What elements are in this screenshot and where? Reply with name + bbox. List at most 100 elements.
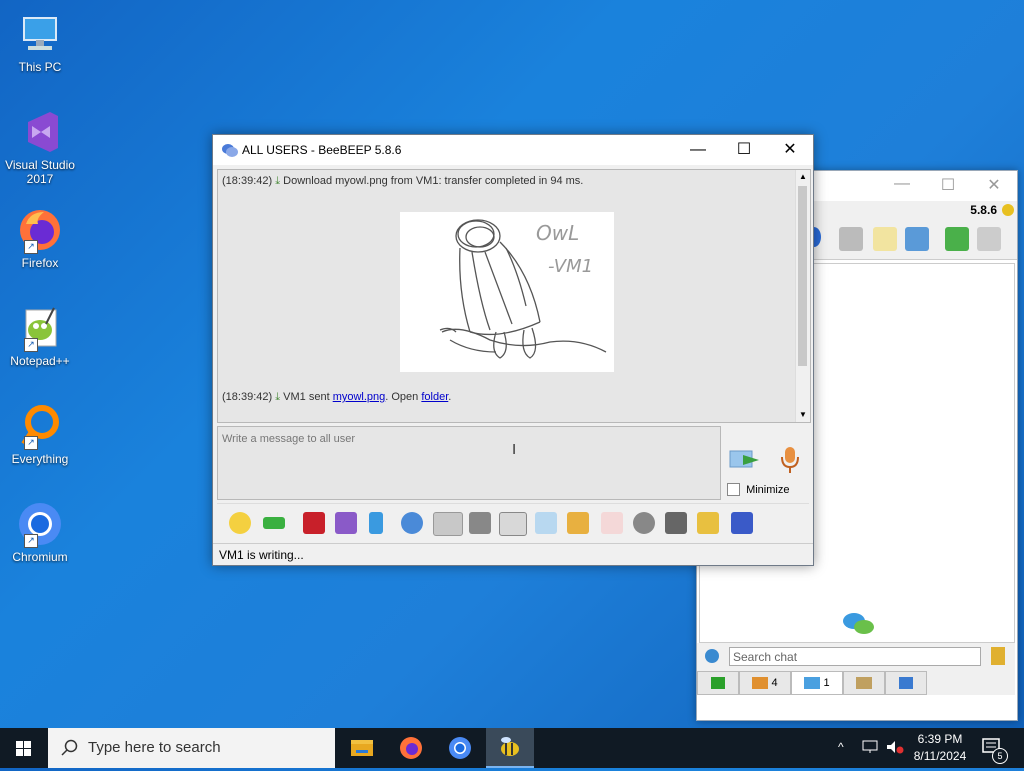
color-palette-icon[interactable] bbox=[335, 512, 357, 534]
green-screen-icon bbox=[711, 677, 725, 690]
tab-flag[interactable] bbox=[885, 671, 927, 695]
minimize-icon[interactable]: — bbox=[675, 135, 721, 165]
shortcut-arrow-icon: ↗ bbox=[24, 338, 38, 352]
network-icon[interactable] bbox=[862, 740, 878, 757]
clock-date: 8/11/2024 bbox=[913, 749, 967, 763]
owl-drawing: OwL -VM1 bbox=[439, 219, 607, 359]
send-icon bbox=[729, 450, 759, 468]
chat-window-titlebar: ALL USERS - BeeBEEP 5.8.6 — ☐ ✕ bbox=[213, 135, 813, 165]
message-text: . Open bbox=[385, 391, 419, 403]
clock[interactable]: 6:39 PM 8/11/2024 bbox=[910, 731, 970, 765]
desktop-icon-label: Visual Studio 2017 bbox=[5, 158, 75, 186]
tab-groups[interactable] bbox=[843, 671, 885, 695]
text-box-icon[interactable] bbox=[469, 512, 491, 534]
desktop-icon-chromium[interactable]: ↗ Chromium bbox=[4, 500, 76, 564]
screenshot-icon[interactable] bbox=[665, 512, 687, 534]
firefox-icon bbox=[400, 737, 422, 759]
file-link[interactable]: myowl.png bbox=[333, 391, 386, 403]
taskbar-firefox[interactable] bbox=[387, 728, 435, 768]
mailbox-icon[interactable] bbox=[839, 227, 863, 251]
tools-icon[interactable] bbox=[905, 227, 929, 251]
filter-icon[interactable] bbox=[369, 512, 383, 534]
gear-icon[interactable] bbox=[401, 512, 423, 534]
search-row: Search chat bbox=[697, 643, 1015, 671]
users-icon bbox=[752, 677, 769, 690]
chat-message: (18:39:42) ⤓ VM1 sent myowl.png. Open fo… bbox=[222, 391, 451, 404]
trash-icon[interactable] bbox=[977, 227, 1001, 251]
message-input[interactable]: Write a message to all user I bbox=[217, 426, 721, 500]
search-placeholder: Type here to search bbox=[88, 739, 221, 756]
desktop-icon-notepadpp[interactable]: ↗ Notepad++ bbox=[4, 304, 76, 368]
music-note-icon[interactable] bbox=[499, 512, 527, 536]
taskbar-search-box[interactable]: Type here to search bbox=[48, 728, 335, 768]
input-placeholder: Write a message to all user bbox=[222, 433, 356, 445]
volume-muted-icon[interactable] bbox=[886, 740, 904, 757]
clock-time: 6:39 PM bbox=[917, 732, 963, 746]
notification-center-button[interactable]: 5 bbox=[982, 738, 1008, 764]
spellcheck-icon[interactable] bbox=[433, 512, 463, 536]
record-icon[interactable] bbox=[633, 512, 655, 534]
settings-gear-icon[interactable] bbox=[705, 649, 719, 663]
scroll-up-icon[interactable]: ▲ bbox=[796, 170, 810, 184]
html-code-icon[interactable] bbox=[601, 512, 623, 534]
show-hidden-icons[interactable]: ^ bbox=[838, 740, 844, 754]
received-image[interactable]: OwL -VM1 bbox=[400, 212, 614, 372]
desktop-icon-visual-studio[interactable]: Visual Studio 2017 bbox=[4, 108, 76, 186]
chat-toolbar bbox=[217, 503, 809, 542]
tab-chats[interactable]: 1 bbox=[791, 671, 843, 695]
main-tab-bar: 4 1 bbox=[697, 671, 1015, 695]
download-arrow-icon: ⤓ bbox=[275, 175, 281, 187]
folder-link[interactable]: folder bbox=[421, 391, 448, 403]
folder-icon bbox=[351, 740, 373, 756]
taskbar-chromium[interactable] bbox=[436, 728, 484, 768]
desktop-icon-label: Firefox bbox=[21, 256, 59, 270]
desktop-icon-label: This PC bbox=[18, 60, 62, 74]
chat-bubbles-icon bbox=[804, 677, 821, 690]
send-folder-icon[interactable] bbox=[567, 512, 589, 534]
emoticon-icon[interactable] bbox=[229, 512, 251, 534]
desktop-icon-everything[interactable]: ↗ Everything bbox=[4, 402, 76, 466]
font-icon[interactable] bbox=[303, 512, 325, 534]
save-icon[interactable] bbox=[731, 512, 753, 534]
windows-logo-icon bbox=[16, 741, 31, 756]
send-file-icon[interactable] bbox=[535, 512, 557, 534]
maximize-icon[interactable]: ☐ bbox=[721, 135, 767, 165]
scroll-thumb[interactable] bbox=[798, 186, 807, 366]
taskbar-beebeep[interactable] bbox=[486, 728, 534, 768]
voice-button[interactable] bbox=[779, 445, 801, 475]
minimize-checkbox-row[interactable]: Minimize bbox=[727, 483, 789, 496]
clear-broom-icon[interactable] bbox=[991, 647, 1005, 665]
chromium-icon bbox=[449, 737, 471, 759]
chat-history[interactable]: (18:39:42) ⤓ Download myowl.png from VM1… bbox=[217, 169, 811, 423]
bee-logo-icon bbox=[1002, 204, 1014, 216]
notepadpp-icon: ↗ bbox=[16, 304, 64, 352]
send-button[interactable] bbox=[729, 447, 761, 473]
desktop-icon-firefox[interactable]: ↗ Firefox bbox=[4, 206, 76, 270]
chat-scrollbar[interactable]: ▲ ▼ bbox=[795, 170, 810, 422]
chat-window[interactable]: ALL USERS - BeeBEEP 5.8.6 — ☐ ✕ (18:39:4… bbox=[212, 134, 814, 566]
message-text: VM1 sent bbox=[283, 391, 330, 403]
note-edit-icon[interactable] bbox=[697, 512, 719, 534]
tab-screen[interactable] bbox=[697, 671, 739, 695]
message-text: Download myowl.png from VM1: transfer co… bbox=[283, 175, 584, 187]
minimize-icon[interactable]: — bbox=[887, 175, 917, 193]
beebeep-app-icon bbox=[222, 144, 238, 157]
version-text: 5.8.6 bbox=[970, 203, 997, 217]
chat-message: (18:39:42) ⤓ Download myowl.png from VM1… bbox=[222, 175, 583, 188]
close-icon[interactable]: ✕ bbox=[767, 135, 813, 165]
edit-note-icon[interactable] bbox=[873, 227, 897, 251]
search-icon bbox=[61, 739, 78, 756]
tab-users[interactable]: 4 bbox=[739, 671, 791, 695]
status-bar: VM1 is writing... bbox=[213, 543, 813, 565]
minimize-checkbox[interactable] bbox=[727, 483, 740, 496]
collapse-icon[interactable] bbox=[263, 517, 285, 529]
close-icon[interactable]: ✕ bbox=[979, 175, 1009, 195]
taskbar-file-explorer[interactable] bbox=[338, 728, 386, 768]
upload-icon[interactable] bbox=[945, 227, 969, 251]
search-chat-input[interactable]: Search chat bbox=[729, 647, 981, 666]
start-button[interactable] bbox=[0, 728, 48, 768]
desktop-icon-this-pc[interactable]: This PC bbox=[4, 10, 76, 74]
maximize-icon[interactable]: ☐ bbox=[933, 175, 963, 195]
scroll-down-icon[interactable]: ▼ bbox=[796, 408, 810, 422]
text-cursor-icon: I bbox=[512, 441, 517, 458]
